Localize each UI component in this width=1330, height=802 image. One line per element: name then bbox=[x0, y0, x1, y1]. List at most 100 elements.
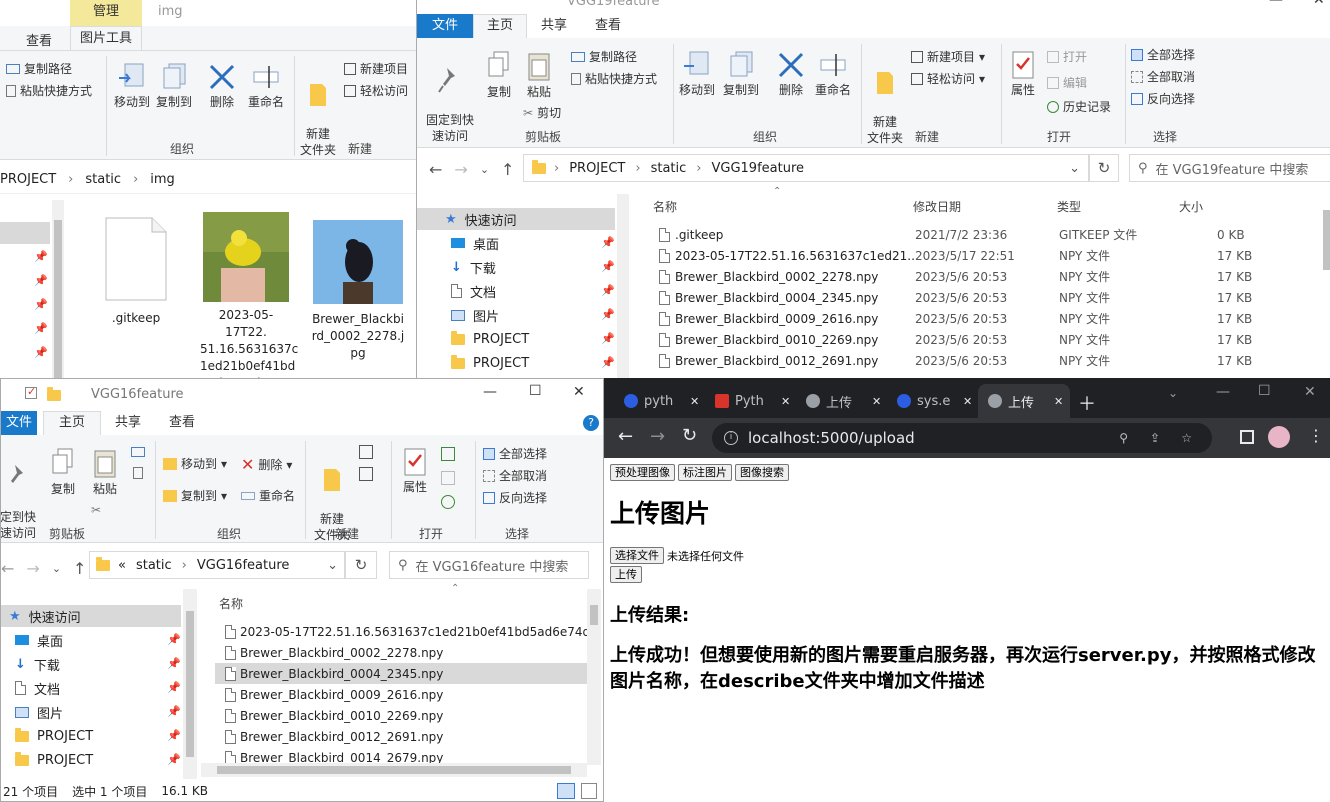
zoom-icon[interactable]: ⚲ bbox=[1119, 431, 1128, 445]
back-arrow-icon[interactable]: ← bbox=[429, 160, 442, 179]
close-icon[interactable]: ✕ bbox=[1304, 384, 1316, 400]
rename-button[interactable]: 重命名 bbox=[241, 487, 295, 504]
upload-button[interactable]: 上传 bbox=[610, 566, 642, 583]
tab-close-icon[interactable]: ✕ bbox=[1054, 395, 1063, 408]
tab-close-icon[interactable]: ✕ bbox=[781, 395, 790, 408]
avatar[interactable] bbox=[1268, 426, 1290, 448]
table-row[interactable]: Brewer_Blackbird_0004_2345.npy bbox=[215, 663, 587, 684]
paste-shortcut-icon[interactable] bbox=[133, 467, 143, 479]
breadcrumb-vgg19[interactable]: VGG19feature bbox=[711, 161, 804, 176]
table-row[interactable]: Brewer_Blackbird_0002_2278.npy bbox=[215, 642, 587, 663]
pin-quick-access-button[interactable]: 定到快 速访问 bbox=[1, 447, 39, 541]
open-button[interactable]: 打开 bbox=[1047, 48, 1087, 65]
address-bar[interactable]: › PROJECT › static › VGG19feature ⌄ bbox=[523, 154, 1089, 182]
list-scrollbar[interactable] bbox=[1323, 210, 1330, 270]
copy-button[interactable]: 复制 bbox=[481, 50, 517, 100]
delete-button[interactable]: ✕ 删除 ▾ bbox=[241, 455, 292, 474]
tab-view[interactable]: 查看 bbox=[26, 30, 52, 49]
sidebar-item-quick-access[interactable]: ★ 快速访问 bbox=[9, 604, 81, 628]
tab-home[interactable]: 主页 bbox=[43, 411, 101, 435]
tab-file[interactable]: 文件 bbox=[417, 14, 473, 38]
move-to-button[interactable]: 移动到 bbox=[675, 50, 719, 98]
sidebar-item-desktop[interactable]: 桌面 bbox=[15, 628, 63, 652]
close-icon[interactable]: ✕ bbox=[1313, 0, 1325, 8]
browser-tab[interactable]: pyth ✕ bbox=[614, 384, 704, 418]
sidebar-item-pictures[interactable]: 图片 bbox=[15, 700, 63, 724]
large-icons-view-icon[interactable] bbox=[581, 783, 597, 799]
file-tile[interactable]: 2023-05-17T22. 51.16.5631637c 1ed21b0ef4… bbox=[200, 212, 298, 380]
easy-access-button[interactable]: 轻松访问 ▾ bbox=[911, 70, 985, 87]
cut-button[interactable]: ✂ 剪切 bbox=[523, 104, 561, 121]
breadcrumb-img[interactable]: img bbox=[150, 172, 175, 187]
breadcrumb-static[interactable]: static bbox=[651, 161, 687, 176]
table-row[interactable]: Brewer_Blackbird_0009_2616.npy bbox=[215, 684, 587, 705]
recent-chevron-icon[interactable]: ⌄ bbox=[52, 562, 61, 575]
move-to-button[interactable]: 移动到 ▾ bbox=[163, 455, 227, 472]
tab-view[interactable]: 查看 bbox=[155, 411, 209, 435]
nav-scrollbar[interactable] bbox=[617, 194, 629, 380]
info-icon[interactable]: i bbox=[724, 431, 738, 445]
properties-button[interactable]: 属性 bbox=[397, 447, 433, 495]
copy-button[interactable]: 复制 bbox=[45, 447, 81, 497]
column-header-type[interactable]: 类型 bbox=[1057, 198, 1081, 215]
copy-path-button[interactable]: 复制路径 bbox=[571, 48, 637, 65]
table-row[interactable]: Brewer_Blackbird_0012_2691.npy bbox=[215, 726, 587, 747]
scissors-icon[interactable]: ✂ bbox=[91, 503, 101, 517]
table-row[interactable]: 2023-05-17T22.51.16.5631637c1ed21b0ef41b… bbox=[215, 621, 587, 642]
browser-tab[interactable]: Pyth ✕ bbox=[705, 384, 795, 418]
history-button[interactable]: 历史记录 bbox=[1047, 98, 1111, 115]
share-icon[interactable]: ⇪ bbox=[1150, 431, 1160, 445]
table-row[interactable]: 2023-05-17T22.51.16.5631637c1ed21... 2023… bbox=[647, 245, 1327, 266]
select-none-button[interactable]: 全部取消 bbox=[1131, 68, 1195, 85]
copy-to-button[interactable]: 复制到 bbox=[719, 50, 763, 98]
tab-home[interactable]: 主页 bbox=[473, 14, 527, 38]
select-all-button[interactable]: 全部选择 bbox=[483, 445, 547, 462]
new-tab-icon[interactable]: ＋ bbox=[1078, 390, 1096, 416]
minimize-icon[interactable]: — bbox=[1269, 0, 1283, 8]
sidebar-item-project[interactable]: PROJECT bbox=[15, 724, 93, 748]
sidebar-item-documents[interactable]: 文档 bbox=[15, 676, 60, 700]
breadcrumb-project[interactable]: PROJECT bbox=[0, 172, 56, 187]
menu-icon[interactable]: ⋮ bbox=[1308, 426, 1324, 445]
table-row[interactable]: .gitkeep 2021/7/2 23:36 GITKEEP 文件 0 KB bbox=[647, 224, 1327, 245]
choose-file-button[interactable]: 选择文件 bbox=[610, 547, 664, 564]
search-box[interactable]: ⚲ 在 VGG19feature 中搜索 bbox=[1129, 154, 1330, 182]
paste-button[interactable]: 粘贴 bbox=[87, 447, 123, 497]
browser-tab[interactable]: 上传 ✕ bbox=[796, 384, 886, 418]
details-view-icon[interactable] bbox=[557, 783, 575, 799]
preprocess-button[interactable]: 预处理图像 bbox=[610, 464, 675, 481]
sidebar-item-project[interactable]: PROJECT bbox=[451, 327, 529, 351]
maximize-icon[interactable]: ☐ bbox=[529, 383, 542, 399]
up-arrow-icon[interactable]: ↑ bbox=[73, 559, 86, 578]
edit-button[interactable]: 编辑 bbox=[1047, 74, 1087, 91]
open-icon[interactable] bbox=[441, 447, 455, 461]
back-arrow-icon[interactable]: ← bbox=[618, 426, 633, 447]
rename-button[interactable]: 重命名 bbox=[244, 62, 288, 110]
close-icon[interactable]: ✕ bbox=[573, 384, 585, 400]
sidebar-item-downloads[interactable]: ↓ 下载 bbox=[451, 255, 496, 279]
file-tile[interactable]: Brewer_Blackbi rd_0002_2278.j pg bbox=[310, 220, 406, 362]
sidebar-item-desktop[interactable]: 桌面 bbox=[451, 231, 499, 255]
tab-search-icon[interactable]: ⌄ bbox=[1168, 386, 1178, 400]
sidebar-item-pictures[interactable]: 图片 bbox=[451, 303, 499, 327]
tab-share[interactable]: 共享 bbox=[101, 411, 155, 435]
breadcrumb-overflow[interactable]: « bbox=[118, 558, 126, 573]
edit-icon[interactable] bbox=[441, 471, 455, 485]
table-row[interactable]: Brewer_Blackbird_0014_2679.npy bbox=[215, 747, 587, 763]
copy-path-button[interactable]: 复制路径 bbox=[6, 60, 72, 77]
new-item-icon[interactable] bbox=[359, 445, 373, 459]
column-header-size[interactable]: 大小 bbox=[1179, 198, 1203, 215]
tab-file[interactable]: 文件 bbox=[1, 411, 37, 435]
nav-selected-row[interactable] bbox=[0, 222, 50, 244]
file-tile[interactable]: .gitkeep bbox=[96, 216, 176, 325]
address-bar[interactable]: « static › VGG16feature ⌄ bbox=[89, 551, 345, 579]
move-to-button[interactable]: 移动到 bbox=[110, 62, 154, 110]
new-folder-button[interactable]: 新建 文件夹 bbox=[296, 62, 340, 158]
breadcrumb-project[interactable]: PROJECT bbox=[569, 161, 625, 176]
table-row[interactable]: Brewer_Blackbird_0012_2691.npy 2023/5/6 2… bbox=[647, 350, 1327, 371]
tab-close-icon[interactable]: ✕ bbox=[872, 395, 881, 408]
history-icon[interactable] bbox=[441, 495, 455, 509]
invert-selection-button[interactable]: 反向选择 bbox=[483, 489, 547, 506]
sidebar-item-documents[interactable]: 文档 bbox=[451, 279, 496, 303]
context-tab-manage[interactable]: 管理 bbox=[70, 0, 142, 26]
